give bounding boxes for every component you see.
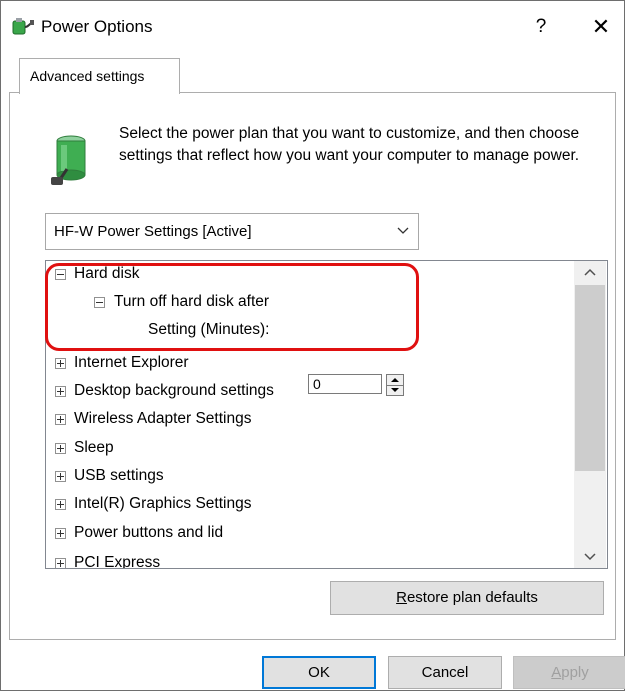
collapse-icon[interactable] [94, 297, 105, 308]
tree-item-label: USB settings [74, 467, 164, 484]
expand-icon[interactable] [55, 528, 66, 539]
expand-icon[interactable] [55, 443, 66, 454]
ok-button[interactable]: OK [262, 656, 376, 689]
setting-minutes-label: Setting (Minutes): [148, 321, 270, 338]
help-button[interactable]: ? [521, 9, 561, 45]
tree-item-label: Desktop background settings [74, 382, 274, 399]
battery-plug-icon [51, 135, 86, 185]
power-plan-value: HF-W Power Settings [Active] [54, 223, 252, 240]
restore-accelerator: R [396, 589, 407, 606]
chevron-down-icon [397, 227, 409, 234]
cancel-button[interactable]: Cancel [388, 656, 502, 689]
scroll-down-arrow-icon[interactable] [574, 546, 606, 568]
expand-icon[interactable] [55, 386, 66, 397]
tree-item-label: Power buttons and lid [74, 524, 224, 541]
settings-tree[interactable]: Hard disk Turn off hard disk after Setti… [45, 260, 608, 569]
expand-icon[interactable] [55, 414, 66, 425]
tree-item-sleep[interactable]: Sleep [46, 437, 566, 459]
window-title: Power Options [41, 17, 153, 36]
restore-plan-defaults-button[interactable]: Restore plan defaults [330, 581, 604, 615]
expand-icon[interactable] [55, 471, 66, 482]
expand-icon[interactable] [55, 499, 66, 510]
tree-item-wireless-adapter[interactable]: Wireless Adapter Settings [46, 408, 566, 430]
power-options-window: Power Options ? ✕ Advanced settings Sele… [0, 0, 625, 691]
title-bar[interactable]: Power Options ? ✕ [1, 1, 624, 53]
tree-item-intel-graphics[interactable]: Intel(R) Graphics Settings [46, 493, 566, 515]
apply-label: pply [561, 664, 589, 681]
intro-text: Select the power plan that you want to c… [119, 125, 580, 164]
vertical-scrollbar[interactable] [574, 261, 606, 568]
tree-item-label: Sleep [74, 439, 114, 456]
apply-accelerator: A [551, 664, 562, 681]
expand-icon[interactable] [55, 558, 66, 568]
power-options-icon [12, 18, 34, 35]
tab-advanced-settings[interactable]: Advanced settings [19, 58, 180, 94]
expand-icon[interactable] [55, 358, 66, 369]
collapse-icon[interactable] [55, 269, 66, 280]
tree-item-power-buttons[interactable]: Power buttons and lid [46, 522, 566, 544]
tree-item-label: Hard disk [74, 265, 140, 282]
tree-item-label: Internet Explorer [74, 354, 189, 371]
tree-item-setting-minutes: Setting (Minutes): [46, 317, 566, 396]
tree-item-desktop-background[interactable]: Desktop background settings [46, 380, 566, 402]
tree-item-hard-disk[interactable]: Hard disk [46, 263, 566, 285]
tree-item-internet-explorer[interactable]: Internet Explorer [46, 352, 566, 374]
restore-label: estore plan defaults [406, 589, 538, 606]
tab-label: Advanced settings [30, 68, 145, 84]
apply-button[interactable]: Apply [513, 656, 625, 689]
tree-item-label: Wireless Adapter Settings [74, 410, 252, 427]
tree-item-label: PCI Express [74, 554, 161, 569]
tree-item-label: Intel(R) Graphics Settings [74, 495, 252, 512]
tree-item-turn-off-hard-disk-after[interactable]: Turn off hard disk after [46, 291, 566, 313]
tree-item-usb-settings[interactable]: USB settings [46, 465, 566, 487]
power-plan-select[interactable]: HF-W Power Settings [Active] [45, 213, 419, 250]
scrollbar-thumb[interactable] [575, 285, 605, 471]
scroll-up-arrow-icon[interactable] [574, 261, 606, 283]
close-button[interactable]: ✕ [581, 9, 621, 45]
tree-item-label: Turn off hard disk after [114, 293, 270, 310]
tree-item-pci-express[interactable]: PCI Express [46, 552, 566, 569]
